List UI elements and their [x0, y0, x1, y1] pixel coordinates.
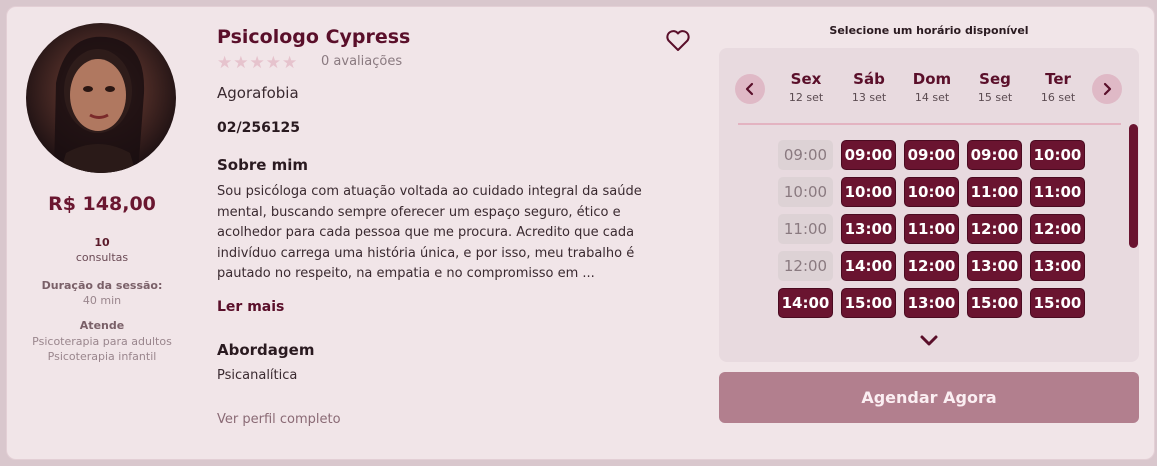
time-slot[interactable]: 13:00 — [967, 251, 1022, 281]
day-column-header: Ter 16 set — [1028, 70, 1088, 104]
day-column-header: Seg 15 set — [965, 70, 1025, 104]
time-slot[interactable]: 13:00 — [1030, 251, 1085, 281]
chevron-down-icon[interactable] — [919, 334, 939, 348]
time-slot[interactable]: 10:00 — [841, 177, 896, 207]
time-slot[interactable]: 09:00 — [967, 140, 1022, 170]
day-column-header: Dom 14 set — [902, 70, 962, 104]
day-date: 12 set — [788, 91, 824, 104]
consultation-label: consultas — [75, 251, 129, 264]
session-duration-label: Duração da sessão: — [41, 279, 163, 292]
consultation-count: 10 — [94, 236, 110, 249]
rating-stars: ★★★★★ — [217, 53, 299, 73]
time-slot[interactable]: 15:00 — [967, 288, 1022, 318]
day-date: 16 set — [1040, 91, 1076, 104]
time-slot[interactable]: 11:00 — [904, 214, 959, 244]
time-slot[interactable]: 11:00 — [967, 177, 1022, 207]
read-more-link[interactable]: Ler mais — [217, 299, 284, 315]
service-item: Psicoterapia para adultos — [32, 335, 172, 348]
chevron-right-icon — [1103, 82, 1112, 96]
day-date: 13 set — [851, 91, 887, 104]
schedule-panel: Sex 12 set Sáb 13 set Dom 14 set Seg 15 … — [719, 48, 1139, 362]
time-slot: 12:00 — [778, 251, 833, 281]
time-slot[interactable]: 12:00 — [1030, 214, 1085, 244]
day-date: 15 set — [977, 91, 1013, 104]
time-slot[interactable]: 11:00 — [1030, 177, 1085, 207]
time-slot[interactable]: 15:00 — [1030, 288, 1085, 318]
about-heading: Sobre mim — [217, 156, 309, 174]
about-text: Sou psicóloga com atuação voltada ao cui… — [217, 184, 642, 281]
time-slot[interactable]: 10:00 — [1030, 140, 1085, 170]
day-name: Seg — [979, 70, 1011, 88]
prev-days-button[interactable] — [735, 74, 765, 104]
session-duration-value: 40 min — [82, 294, 122, 307]
avatar[interactable] — [26, 23, 176, 173]
rating-count: 0 avaliações — [321, 54, 403, 69]
psychologist-card: R$ 148,00 10 consultas Duração da sessão… — [6, 6, 1155, 460]
time-slot[interactable]: 12:00 — [967, 214, 1022, 244]
header-divider — [738, 123, 1121, 125]
psychologist-name[interactable]: Psicologo Cypress — [217, 26, 410, 48]
service-item: Psicoterapia infantil — [47, 350, 157, 363]
scrollbar[interactable] — [1129, 124, 1138, 248]
approach-heading: Abordagem — [217, 341, 315, 359]
time-slot[interactable]: 13:00 — [841, 214, 896, 244]
time-slot[interactable]: 14:00 — [841, 251, 896, 281]
profile-column: R$ 148,00 10 consultas Duração da sessão… — [7, 7, 197, 459]
favorite-heart-icon[interactable] — [665, 29, 691, 53]
time-slot: 11:00 — [778, 214, 833, 244]
time-slot: 09:00 — [778, 140, 833, 170]
day-column-header: Sex 12 set — [776, 70, 836, 104]
day-name: Ter — [1045, 70, 1071, 88]
services-label: Atende — [79, 319, 125, 332]
view-full-profile-link[interactable]: Ver perfil completo — [217, 412, 341, 427]
next-days-button[interactable] — [1092, 74, 1122, 104]
time-slot[interactable]: 09:00 — [904, 140, 959, 170]
time-slot[interactable]: 13:00 — [904, 288, 959, 318]
time-slot[interactable]: 10:00 — [904, 177, 959, 207]
chevron-left-icon — [745, 82, 754, 96]
book-now-button[interactable]: Agendar Agora — [719, 372, 1139, 423]
day-date: 14 set — [914, 91, 950, 104]
time-slot[interactable]: 09:00 — [841, 140, 896, 170]
time-slot[interactable]: 15:00 — [841, 288, 896, 318]
day-name: Dom — [912, 70, 952, 88]
day-name: Sex — [790, 70, 822, 88]
schedule-title: Selecione um horário disponível — [829, 24, 1029, 37]
day-name: Sáb — [853, 70, 885, 88]
time-slot[interactable]: 12:00 — [904, 251, 959, 281]
day-column-header: Sáb 13 set — [839, 70, 899, 104]
session-price: R$ 148,00 — [48, 193, 156, 215]
time-slot: 10:00 — [778, 177, 833, 207]
specialty: Agorafobia — [217, 84, 299, 102]
avatar-photo — [54, 36, 145, 173]
details-column: Psicologo Cypress ★★★★★ 0 avaliações Ago… — [217, 7, 707, 459]
approach-value: Psicanalítica — [217, 368, 298, 383]
registration-number: 02/256125 — [217, 120, 301, 136]
time-slot[interactable]: 14:00 — [778, 288, 833, 318]
